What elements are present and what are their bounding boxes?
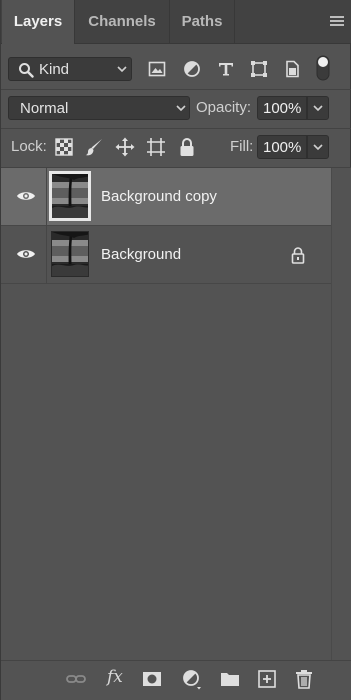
lock-all-icon[interactable] xyxy=(177,137,197,157)
search-icon xyxy=(19,63,34,78)
filter-kind-select[interactable]: Kind xyxy=(8,57,132,81)
fill-label: Fill: xyxy=(230,138,254,155)
blend-mode-select[interactable]: Normal xyxy=(8,96,190,120)
layer-thumbnail[interactable] xyxy=(49,171,91,221)
new-group-icon[interactable] xyxy=(219,668,241,690)
tab-channels[interactable]: Channels xyxy=(75,0,169,44)
opacity-field[interactable]: 100% xyxy=(257,96,307,120)
chevron-down-icon xyxy=(117,66,127,73)
column-separator xyxy=(46,168,47,226)
visibility-eye-icon[interactable] xyxy=(16,189,36,203)
add-mask-icon[interactable] xyxy=(141,668,163,690)
layers-list: Background copy Background xyxy=(1,168,331,284)
divider xyxy=(1,89,351,90)
column-separator xyxy=(46,226,47,284)
shape-filter-icon[interactable] xyxy=(250,60,268,78)
blend-mode-value: Normal xyxy=(20,100,69,117)
image-filter-icon[interactable] xyxy=(148,60,166,78)
opacity-slider-button[interactable] xyxy=(307,96,329,120)
lock-transparent-pixels-icon[interactable] xyxy=(54,137,74,157)
chevron-down-icon xyxy=(176,105,186,112)
lock-image-pixels-icon[interactable] xyxy=(84,137,104,157)
new-layer-icon[interactable] xyxy=(256,668,278,690)
tab-paths[interactable]: Paths xyxy=(170,0,234,44)
lock-position-icon[interactable] xyxy=(115,137,135,157)
filter-kind-label: Kind xyxy=(39,61,70,78)
chevron-down-icon xyxy=(313,105,323,112)
layer-name[interactable]: Background copy xyxy=(101,188,217,205)
layer-thumbnail[interactable] xyxy=(51,231,89,277)
layer-lock-icon[interactable] xyxy=(290,246,306,264)
fill-slider-button[interactable] xyxy=(307,135,329,159)
link-layers-icon[interactable] xyxy=(65,668,87,690)
visibility-eye-icon[interactable] xyxy=(16,247,36,261)
delete-layer-icon[interactable] xyxy=(293,668,315,690)
filter-toggle-icon[interactable] xyxy=(314,54,332,82)
lock-label: Lock: xyxy=(11,138,47,155)
adjustment-layer-icon[interactable] xyxy=(181,668,203,690)
layers-scrollbar[interactable] xyxy=(331,168,351,660)
layers-panel: Layers Channels Paths Kind Normal Opacit… xyxy=(0,0,351,700)
thumbnail-image xyxy=(52,232,88,276)
smart-object-filter-icon[interactable] xyxy=(283,60,301,78)
divider xyxy=(1,128,351,129)
layer-row-background[interactable]: Background xyxy=(1,226,331,284)
chevron-down-icon xyxy=(313,144,323,151)
adjustment-filter-icon[interactable] xyxy=(183,60,201,78)
type-filter-icon[interactable] xyxy=(217,60,235,78)
panel-tab-bar: Layers Channels Paths xyxy=(1,0,351,45)
fill-field[interactable]: 100% xyxy=(257,135,307,159)
layer-name[interactable]: Background xyxy=(101,246,181,263)
opacity-label: Opacity: xyxy=(196,99,252,116)
lock-artboard-icon[interactable] xyxy=(146,137,166,157)
layer-row-background-copy[interactable]: Background copy xyxy=(1,168,331,226)
tab-layers[interactable]: Layers xyxy=(2,0,74,45)
tab-separator xyxy=(234,0,235,44)
thumbnail-image xyxy=(52,174,88,218)
layer-style-icon[interactable]: fx xyxy=(107,667,123,687)
panel-menu-icon[interactable] xyxy=(330,16,344,27)
